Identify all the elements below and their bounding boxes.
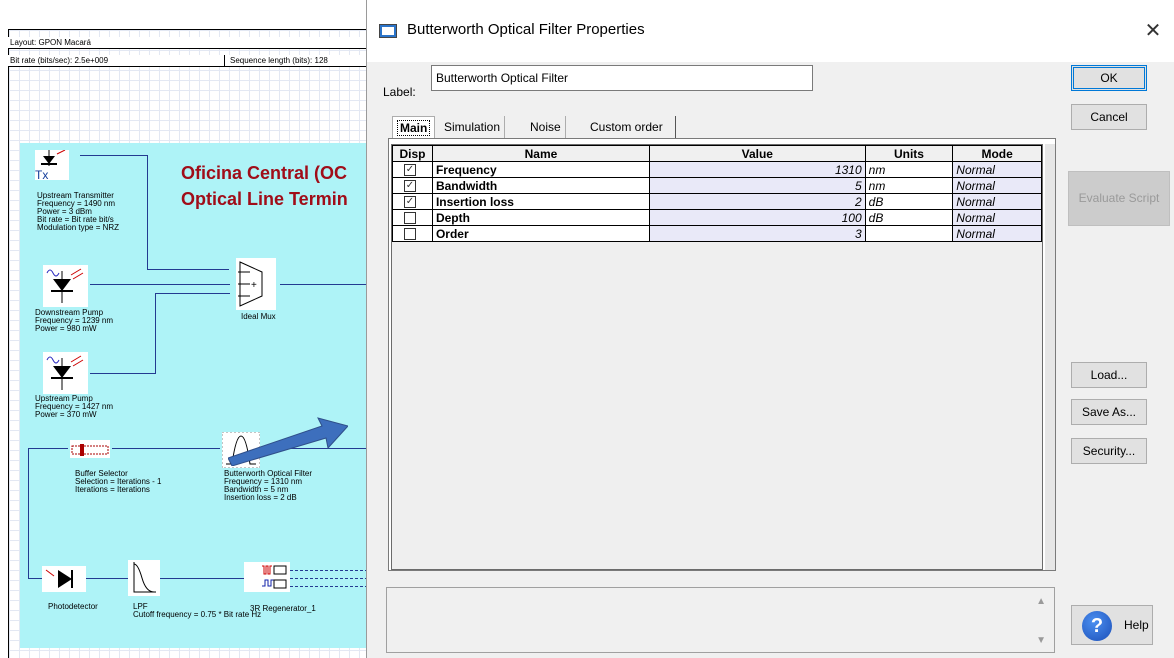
value-cell[interactable]: 100 xyxy=(648,209,866,226)
buffer-selector-label: Buffer Selector Selection = Iterations -… xyxy=(75,469,162,494)
downstream-pump-label: Downstream Pump Frequency = 1239 nm Powe… xyxy=(35,308,114,333)
butterworth-filter-label: Butterworth Optical Filter Frequency = 1… xyxy=(224,469,313,502)
label-input[interactable] xyxy=(431,65,813,91)
name-cell: Insertion loss xyxy=(431,193,650,210)
mode-cell[interactable]: Normal xyxy=(952,209,1042,226)
upstream-transmitter-label: Upstream Transmitter Frequency = 1490 nm… xyxy=(37,191,120,232)
units-cell: nm xyxy=(864,177,954,194)
region-title-line1: Oficina Central (OC xyxy=(181,163,348,183)
mode-cell[interactable]: Normal xyxy=(952,161,1042,178)
arrow-annotation-icon xyxy=(228,417,348,466)
disp-cell[interactable] xyxy=(392,209,433,226)
dialog-titlebar[interactable]: Butterworth Optical Filter Properties ✕ xyxy=(367,0,1174,62)
units-cell xyxy=(864,225,954,242)
table-row[interactable]: ✓ Insertion loss 2 dB Normal xyxy=(392,193,1042,210)
col-name[interactable]: Name xyxy=(431,145,650,162)
checkbox-unchecked-icon[interactable] xyxy=(404,212,416,225)
scroll-down-icon[interactable]: ▼ xyxy=(1036,635,1046,646)
tab-custom-order[interactable]: Custom order xyxy=(582,116,676,138)
regenerator-label: 3R Regenerator_1 xyxy=(250,604,316,613)
evaluate-script-button[interactable]: Evaluate Script xyxy=(1068,171,1170,226)
layout-parameters-header: Bit rate (bits/sec): 2.5e+009 Sequence l… xyxy=(8,55,408,67)
cancel-button[interactable]: Cancel xyxy=(1071,104,1147,130)
disp-cell[interactable] xyxy=(392,225,433,242)
checkbox-checked-icon[interactable]: ✓ xyxy=(404,180,416,193)
close-icon[interactable]: ✕ xyxy=(1139,18,1167,44)
tab-simulation[interactable]: Simulation xyxy=(440,116,506,138)
units-cell: dB xyxy=(864,209,954,226)
security-button[interactable]: Security... xyxy=(1071,438,1147,464)
seqlen-text: Sequence length (bits): 128 xyxy=(230,56,328,65)
parameter-table: Disp Name Value Units Mode ✓ Frequency 131… xyxy=(392,145,1042,242)
help-button-label: Help xyxy=(1124,618,1149,632)
mode-cell[interactable]: Normal xyxy=(952,177,1042,194)
region-title-line2: Optical Line Termin xyxy=(181,189,348,209)
upstream-pump-label: Upstream Pump Frequency = 1427 nm Power … xyxy=(35,394,114,419)
load-button[interactable]: Load... xyxy=(1071,362,1147,388)
name-cell: Depth xyxy=(431,209,650,226)
bitrate-text: Bit rate (bits/sec): 2.5e+009 xyxy=(10,56,109,65)
lpf-label: LPF Cutoff frequency = 0.75 * Bit rate H… xyxy=(133,602,262,619)
col-units[interactable]: Units xyxy=(864,145,954,162)
ok-button[interactable]: OK xyxy=(1071,65,1147,91)
units-cell: nm xyxy=(864,161,954,178)
table-header-row: Disp Name Value Units Mode xyxy=(392,145,1042,162)
layout-name-header: Layout: GPON Macará xyxy=(8,37,408,49)
dialog-title: Butterworth Optical Filter Properties xyxy=(407,21,645,38)
mux-icon: + xyxy=(236,258,276,310)
col-mode[interactable]: Mode xyxy=(952,145,1042,162)
disp-cell[interactable]: ✓ xyxy=(392,193,433,210)
table-row[interactable]: Order 3 Normal xyxy=(392,225,1042,242)
transmitter-icon: Tx xyxy=(35,150,69,180)
help-button[interactable]: ? Help xyxy=(1071,605,1153,645)
col-disp[interactable]: Disp xyxy=(392,145,433,162)
checkbox-checked-icon[interactable]: ✓ xyxy=(404,196,416,209)
grid-scrollbar[interactable] xyxy=(1045,144,1055,570)
upstream-pump-icon xyxy=(43,352,88,394)
tab-noise[interactable]: Noise xyxy=(522,116,566,138)
save-as-button[interactable]: Save As... xyxy=(1071,399,1147,425)
photodetector-icon xyxy=(42,566,86,592)
name-cell: Bandwidth xyxy=(431,177,650,194)
name-cell: Frequency xyxy=(431,161,650,178)
checkbox-checked-icon[interactable]: ✓ xyxy=(404,164,416,177)
value-cell[interactable]: 5 xyxy=(648,177,866,194)
buffer-selector-icon xyxy=(70,440,110,458)
photodetector-label: Photodetector xyxy=(48,602,98,611)
table-row[interactable]: Depth 100 dB Normal xyxy=(392,209,1042,226)
window-icon xyxy=(379,24,397,38)
table-row[interactable]: ✓ Frequency 1310 nm Normal xyxy=(392,161,1042,178)
lpf-icon xyxy=(128,560,160,596)
disp-cell[interactable]: ✓ xyxy=(392,161,433,178)
main-tab-panel: Disp Name Value Units Mode ✓ Frequency 131… xyxy=(388,138,1056,571)
scroll-up-icon[interactable]: ▲ xyxy=(1036,596,1046,607)
value-cell[interactable]: 1310 xyxy=(648,161,866,178)
svg-text:Tx: Tx xyxy=(35,168,48,180)
svg-text:+: + xyxy=(251,280,257,291)
value-cell[interactable]: 2 xyxy=(648,193,866,210)
mode-cell[interactable]: Normal xyxy=(952,225,1042,242)
ideal-mux-label: Ideal Mux xyxy=(241,312,276,321)
mode-cell[interactable]: Normal xyxy=(952,193,1042,210)
downstream-pump-icon xyxy=(43,265,88,307)
parameter-grid: Disp Name Value Units Mode ✓ Frequency 131… xyxy=(391,144,1043,570)
col-value[interactable]: Value xyxy=(648,145,866,162)
help-icon: ? xyxy=(1082,611,1112,641)
name-cell: Order xyxy=(431,225,650,242)
units-cell: dB xyxy=(864,193,954,210)
description-area[interactable]: ▲ ▼ xyxy=(386,587,1055,653)
tab-main[interactable]: Main xyxy=(392,116,436,139)
checkbox-unchecked-icon[interactable] xyxy=(404,228,416,241)
regenerator-icon xyxy=(244,562,290,592)
disp-cell[interactable]: ✓ xyxy=(392,177,433,194)
properties-dialog: Butterworth Optical Filter Properties ✕ … xyxy=(366,0,1174,658)
label-caption: Label: xyxy=(383,85,416,99)
table-row[interactable]: ✓ Bandwidth 5 nm Normal xyxy=(392,177,1042,194)
value-cell[interactable]: 3 xyxy=(648,225,866,242)
